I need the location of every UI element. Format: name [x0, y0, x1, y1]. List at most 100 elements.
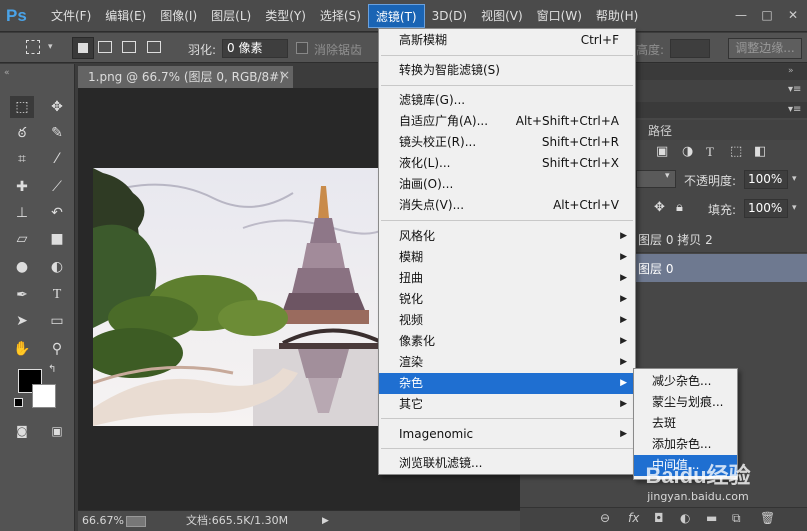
status-menu-arrow-icon[interactable]: ▶: [322, 511, 329, 531]
tab-paths[interactable]: 路径: [648, 122, 672, 139]
link-layers-icon[interactable]: ⊖: [600, 511, 610, 525]
screen-mode-icon[interactable]: ▣: [45, 420, 69, 442]
submenu-item-despeckle[interactable]: 去斑: [634, 413, 737, 434]
menu-3d[interactable]: 3D(D): [425, 4, 474, 28]
close-window-button[interactable]: ✕: [782, 6, 804, 24]
pixel-filter-icon[interactable]: ▣: [656, 144, 668, 159]
lock-position-icon[interactable]: ✥: [654, 200, 665, 215]
lock-all-icon[interactable]: 🔒︎: [676, 200, 683, 215]
menu-item-filter-gallery[interactable]: 滤镜库(G)...: [379, 90, 635, 111]
antialias-checkbox[interactable]: [296, 42, 308, 54]
zoom-tool-icon[interactable]: ⚲: [45, 338, 69, 360]
layer-row[interactable]: 图层 0 拷贝 2: [636, 226, 807, 253]
marquee-tool-icon[interactable]: [26, 40, 40, 54]
smart-object-filter-icon[interactable]: ◧: [754, 144, 766, 159]
clone-stamp-icon[interactable]: ⊥: [10, 202, 34, 224]
adjustment-layer-icon[interactable]: ◐: [680, 511, 690, 525]
menu-type[interactable]: 类型(Y): [258, 4, 313, 28]
menu-item-oil-paint[interactable]: 油画(O)...: [379, 174, 635, 195]
refine-edge-button[interactable]: 调整边缘...: [728, 38, 802, 59]
menu-item-stylize[interactable]: 风格化 ▶: [379, 226, 635, 247]
subtract-selection-icon[interactable]: [122, 41, 136, 53]
feather-input[interactable]: 0 像素: [222, 39, 288, 58]
menu-item-other[interactable]: 其它 ▶: [379, 394, 635, 415]
healing-brush-icon[interactable]: ✚: [10, 176, 34, 198]
menu-item-pixelate[interactable]: 像素化 ▶: [379, 331, 635, 352]
new-layer-icon[interactable]: ⧉: [732, 511, 741, 526]
opacity-input[interactable]: 100%: [744, 170, 788, 189]
new-selection-button[interactable]: [72, 37, 94, 59]
type-tool-icon[interactable]: T: [45, 284, 69, 306]
delete-layer-icon[interactable]: 🗑︎: [760, 511, 775, 525]
fill-input[interactable]: 100%: [744, 199, 788, 218]
add-mask-icon[interactable]: ◘: [654, 511, 664, 525]
menu-item-noise[interactable]: 杂色 ▶: [379, 373, 635, 394]
menu-item-vanishing-point[interactable]: 消失点(V)... Alt+Ctrl+V: [379, 195, 635, 216]
menu-item-imagenomic[interactable]: Imagenomic ▶: [379, 424, 635, 445]
menu-item-adaptive-wide-angle[interactable]: 自适应广角(A)... Alt+Shift+Ctrl+A: [379, 111, 635, 132]
menu-item-blur[interactable]: 模糊 ▶: [379, 247, 635, 268]
submenu-item-add-noise[interactable]: 添加杂色...: [634, 434, 737, 455]
path-selection-icon[interactable]: ➤: [10, 310, 34, 332]
menu-select[interactable]: 选择(S): [313, 4, 368, 28]
zoom-level[interactable]: 66.67%: [82, 511, 124, 531]
menu-view[interactable]: 视图(V): [474, 4, 530, 28]
brush-tool-icon[interactable]: ⟋: [45, 176, 69, 198]
menu-item-gaussian-blur[interactable]: 高斯模糊 Ctrl+F: [379, 30, 635, 51]
menu-help[interactable]: 帮助(H): [589, 4, 645, 28]
quick-selection-icon[interactable]: ✎: [45, 122, 69, 144]
rectangle-tool-icon[interactable]: ▭: [45, 310, 69, 332]
add-selection-icon[interactable]: [98, 41, 112, 53]
new-group-icon[interactable]: ▬: [706, 511, 717, 525]
menu-item-video[interactable]: 视频 ▶: [379, 310, 635, 331]
default-colors-icon[interactable]: [14, 398, 23, 407]
menu-item-sharpen[interactable]: 锐化 ▶: [379, 289, 635, 310]
panel-menu-icon[interactable]: ▾≡: [788, 84, 801, 95]
rectangular-marquee-icon[interactable]: ⬚: [10, 96, 34, 118]
menu-window[interactable]: 窗口(W): [530, 4, 589, 28]
submenu-item-reduce-noise[interactable]: 减少杂色...: [634, 371, 737, 392]
intersect-selection-icon[interactable]: [147, 41, 161, 53]
move-tool-icon[interactable]: ✥: [45, 96, 69, 118]
gradient-tool-icon[interactable]: ■: [45, 228, 69, 250]
hand-tool-icon[interactable]: ✋: [10, 338, 34, 360]
menu-item-convert-smart-filter[interactable]: 转换为智能滤镜(S): [379, 60, 635, 81]
document-tab[interactable]: 1.png @ 66.7% (图层 0, RGB/8#) *: [78, 66, 293, 106]
panel-menu-icon-2[interactable]: ▾≡: [788, 104, 801, 115]
layer-style-icon[interactable]: fx: [628, 511, 639, 525]
menu-item-distort[interactable]: 扭曲 ▶: [379, 268, 635, 289]
menu-item-liquify[interactable]: 液化(L)... Shift+Ctrl+X: [379, 153, 635, 174]
maximize-button[interactable]: □: [756, 6, 778, 24]
menu-filter[interactable]: 滤镜(T): [367, 3, 425, 28]
crop-tool-icon[interactable]: ⌗: [10, 148, 34, 170]
pen-tool-icon[interactable]: ✒: [10, 284, 34, 306]
shape-filter-icon[interactable]: ⬚: [730, 144, 742, 159]
menu-item-lens-correction[interactable]: 镜头校正(R)... Shift+Ctrl+R: [379, 132, 635, 153]
collapse-panels-icon[interactable]: »: [788, 66, 794, 76]
lasso-tool-icon[interactable]: ఠ: [10, 122, 34, 144]
menu-item-browse-online-filters[interactable]: 浏览联机滤镜...: [379, 453, 635, 474]
minimize-button[interactable]: —: [730, 6, 752, 24]
eyedropper-icon[interactable]: ⁄: [45, 148, 69, 170]
menu-item-render[interactable]: 渲染 ▶: [379, 352, 635, 373]
menu-layer[interactable]: 图层(L): [204, 4, 258, 28]
fill-chevron-icon[interactable]: ▾: [792, 203, 797, 213]
eraser-icon[interactable]: ▱: [10, 228, 34, 250]
submenu-item-dust-scratches[interactable]: 蒙尘与划痕...: [634, 392, 737, 413]
blur-tool-icon[interactable]: ●: [10, 256, 34, 278]
quick-mask-icon[interactable]: ◙: [10, 420, 34, 442]
close-tab-icon[interactable]: ×: [280, 68, 290, 82]
type-filter-icon[interactable]: T: [706, 144, 714, 160]
opacity-chevron-icon[interactable]: ▾: [792, 174, 797, 184]
blend-mode-select[interactable]: ▾: [636, 170, 676, 188]
status-toggle-icon[interactable]: [126, 516, 146, 527]
swap-colors-icon[interactable]: ↰: [48, 364, 56, 375]
history-brush-icon[interactable]: ↶: [45, 202, 69, 224]
menu-image[interactable]: 图像(I): [153, 4, 204, 28]
menu-edit[interactable]: 编辑(E): [98, 4, 153, 28]
background-color-swatch[interactable]: [32, 384, 56, 408]
tool-preset-chevron-icon[interactable]: ▾: [48, 42, 53, 52]
collapse-tools-icon[interactable]: «: [4, 68, 10, 78]
height-input[interactable]: [670, 39, 710, 58]
dodge-tool-icon[interactable]: ◐: [45, 256, 69, 278]
